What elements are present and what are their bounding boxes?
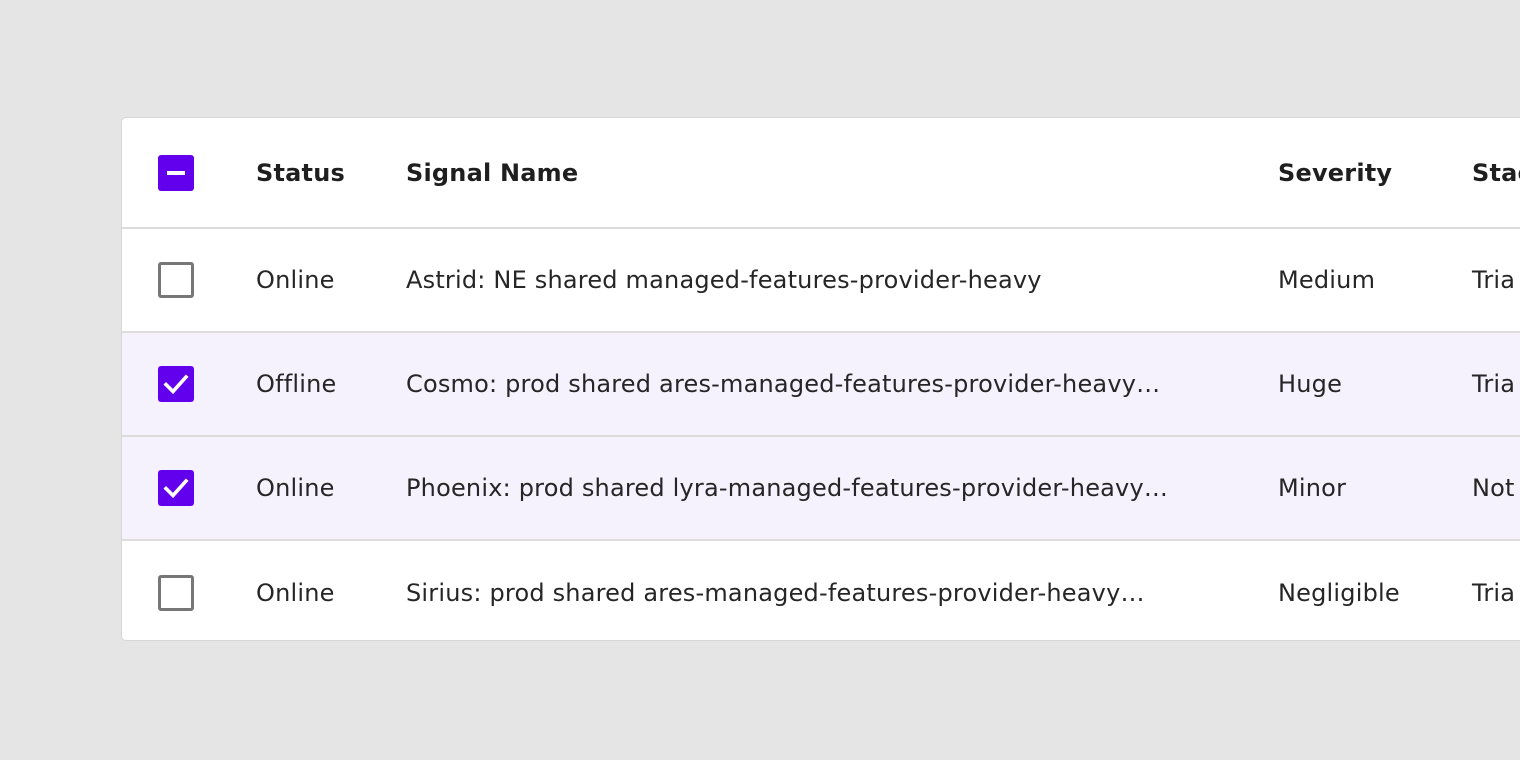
row-checkbox[interactable]: [158, 470, 194, 506]
severity-cell: Minor: [1278, 474, 1347, 502]
row-select-cell: [158, 541, 196, 640]
signal-name-cell: Cosmo: prod shared ares-managed-features…: [406, 370, 1161, 398]
check-icon: [163, 374, 189, 395]
signal-name-cell: Sirius: prod shared ares-managed-feature…: [406, 579, 1145, 607]
table-row: Online Astrid: NE shared managed-feature…: [122, 229, 1520, 333]
stage-cell: Tria: [1472, 370, 1516, 398]
signal-name-cell: Phoenix: prod shared lyra-managed-featur…: [406, 474, 1169, 502]
column-header-stage[interactable]: Stag: [1472, 118, 1520, 227]
signal-name-cell: Astrid: NE shared managed-features-provi…: [406, 266, 1042, 294]
table-header-row: Status Signal Name Severity Stag: [122, 118, 1520, 229]
row-select-cell: [158, 333, 196, 435]
row-select-cell: [158, 229, 196, 331]
table-row: Offline Cosmo: prod shared ares-managed-…: [122, 333, 1520, 437]
table-row: Online Sirius: prod shared ares-managed-…: [122, 541, 1520, 640]
select-all-cell: [158, 118, 196, 227]
row-select-cell: [158, 437, 196, 539]
status-cell: Online: [256, 266, 335, 294]
select-all-checkbox[interactable]: [158, 154, 194, 191]
check-icon: [163, 478, 189, 499]
column-header-status[interactable]: Status: [256, 118, 376, 227]
minus-icon: [167, 170, 185, 175]
row-checkbox[interactable]: [158, 366, 194, 402]
status-cell: Online: [256, 474, 335, 502]
row-checkbox[interactable]: [158, 575, 194, 611]
column-header-signal-name[interactable]: Signal Name: [406, 118, 1206, 227]
severity-cell: Medium: [1278, 266, 1376, 294]
table-row: Online Phoenix: prod shared lyra-managed…: [122, 437, 1520, 541]
stage-cell: Not: [1472, 474, 1515, 502]
stage-cell: Tria: [1472, 266, 1516, 294]
data-table: Status Signal Name Severity Stag Online …: [121, 117, 1520, 641]
severity-cell: Huge: [1278, 370, 1343, 398]
status-cell: Offline: [256, 370, 337, 398]
stage-cell: Tria: [1472, 579, 1516, 607]
column-header-severity[interactable]: Severity: [1278, 118, 1438, 227]
row-checkbox[interactable]: [158, 262, 194, 298]
status-cell: Online: [256, 579, 335, 607]
severity-cell: Negligible: [1278, 579, 1400, 607]
